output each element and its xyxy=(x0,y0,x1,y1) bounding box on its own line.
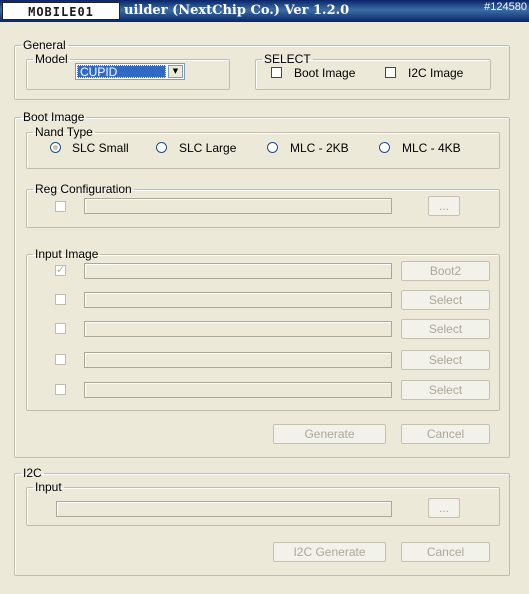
i2c-image-label: I2C Image xyxy=(408,66,464,80)
i2c-cancel-button[interactable]: Cancel xyxy=(401,542,490,562)
select-legend: SELECT xyxy=(264,52,311,66)
watermark-id: #124580 xyxy=(484,1,527,13)
nand-option-label: MLC - 4KB xyxy=(402,141,461,155)
boot-image-label: Boot Image xyxy=(294,66,356,80)
input-image-button[interactable]: Select xyxy=(401,380,490,400)
input-image-path-field[interactable] xyxy=(84,292,392,308)
reg-config-path-field[interactable] xyxy=(84,198,392,214)
reg-config-checkbox[interactable] xyxy=(55,201,66,212)
model-select[interactable]: CUPID ▼ xyxy=(75,63,185,80)
input-image-path-field[interactable] xyxy=(84,352,392,368)
nand-radio-mlc-2kb[interactable] xyxy=(267,142,278,153)
nand-radio-slc-large[interactable] xyxy=(156,142,167,153)
i2c-image-checkbox[interactable] xyxy=(385,67,396,78)
nand-option-label: SLC Small xyxy=(72,141,129,155)
input-image-button[interactable]: Select xyxy=(401,350,490,370)
input-image-path-field[interactable] xyxy=(84,382,392,398)
input-image-path-field[interactable] xyxy=(84,321,392,337)
i2c-legend: I2C xyxy=(23,466,42,480)
mobile01-logo: MOBILE01 xyxy=(2,2,120,20)
input-image-checkbox[interactable] xyxy=(55,354,66,365)
input-image-button[interactable]: Select xyxy=(401,319,490,339)
i2c-input-legend: Input xyxy=(35,480,62,494)
window-title: uilder (NextChip Co.) Ver 1.2.0 xyxy=(124,3,350,18)
chevron-down-icon[interactable]: ▼ xyxy=(168,65,183,78)
boot-image-checkbox[interactable] xyxy=(271,67,282,78)
generate-button[interactable]: Generate xyxy=(273,424,386,444)
reg-config-legend: Reg Configuration xyxy=(35,182,132,196)
reg-config-browse-button[interactable]: ... xyxy=(428,196,460,216)
nand-type-legend: Nand Type xyxy=(35,125,93,139)
boot-image-legend: Boot Image xyxy=(23,110,85,124)
i2c-generate-button[interactable]: I2C Generate xyxy=(273,542,386,562)
nand-option-label: SLC Large xyxy=(179,141,237,155)
model-legend: Model xyxy=(35,52,68,66)
input-image-button[interactable]: Select xyxy=(401,290,490,310)
nand-radio-mlc-4kb[interactable] xyxy=(379,142,390,153)
i2c-browse-button[interactable]: ... xyxy=(428,498,460,518)
input-image-legend: Input Image xyxy=(35,247,99,261)
title-bar[interactable]: MOBILE01 uilder (NextChip Co.) Ver 1.2.0… xyxy=(0,0,529,22)
input-image-button[interactable]: Boot2 xyxy=(401,261,490,281)
general-legend: General xyxy=(23,38,66,52)
cancel-button[interactable]: Cancel xyxy=(401,424,490,444)
input-image-checkbox[interactable] xyxy=(55,384,66,395)
model-select-value: CUPID xyxy=(77,65,166,79)
nand-option-label: MLC - 2KB xyxy=(290,141,349,155)
input-image-checkbox[interactable] xyxy=(55,294,66,305)
input-image-path-field[interactable] xyxy=(84,263,392,279)
i2c-input-path-field[interactable] xyxy=(56,501,392,517)
input-image-checkbox[interactable] xyxy=(55,323,66,334)
input-image-checkbox[interactable]: ✓ xyxy=(55,263,66,276)
nand-radio-slc-small[interactable] xyxy=(50,142,61,153)
